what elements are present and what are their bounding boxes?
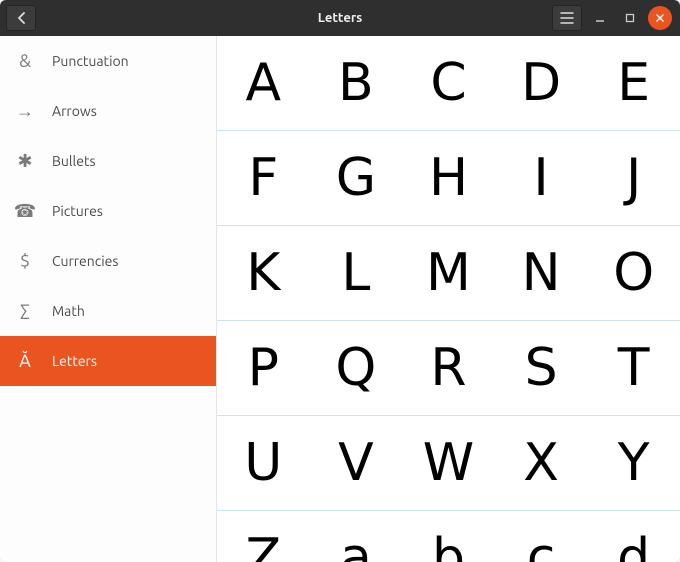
- sidebar-item-math[interactable]: ∑ Math: [0, 286, 216, 336]
- titlebar: Letters: [0, 0, 680, 36]
- letter-icon: Ă: [14, 350, 36, 372]
- minimize-button[interactable]: [588, 6, 612, 30]
- sidebar: & Punctuation → Arrows ✱ Bullets ☎ Pictu…: [0, 36, 217, 562]
- character-cell[interactable]: B: [310, 36, 403, 131]
- character-cell[interactable]: H: [402, 131, 495, 226]
- sidebar-item-label: Arrows: [52, 103, 97, 119]
- character-cell[interactable]: A: [217, 36, 310, 131]
- ampersand-icon: &: [14, 50, 36, 72]
- sidebar-item-punctuation[interactable]: & Punctuation: [0, 36, 216, 86]
- character-cell[interactable]: b: [402, 511, 495, 562]
- character-cell[interactable]: D: [495, 36, 588, 131]
- sidebar-item-pictures[interactable]: ☎ Pictures: [0, 186, 216, 236]
- character-cell[interactable]: X: [495, 416, 588, 511]
- character-scroll[interactable]: ABCDE FGHIJ KLMNO PQRST UVWXY Zabcd: [217, 36, 680, 562]
- character-cell[interactable]: V: [310, 416, 403, 511]
- app-body: & Punctuation → Arrows ✱ Bullets ☎ Pictu…: [0, 36, 680, 562]
- asterisk-icon: ✱: [14, 150, 36, 172]
- character-cell[interactable]: Z: [217, 511, 310, 562]
- character-grid: ABCDE FGHIJ KLMNO PQRST UVWXY Zabcd: [217, 36, 680, 562]
- character-cell[interactable]: d: [587, 511, 680, 562]
- sidebar-item-letters[interactable]: Ă Letters: [0, 336, 216, 386]
- sidebar-item-label: Letters: [52, 353, 97, 369]
- character-cell[interactable]: U: [217, 416, 310, 511]
- sidebar-item-label: Bullets: [52, 153, 96, 169]
- sidebar-item-label: Math: [52, 303, 85, 319]
- hamburger-menu-button[interactable]: [552, 5, 582, 31]
- hamburger-icon: [560, 12, 574, 24]
- character-cell[interactable]: I: [495, 131, 588, 226]
- character-cell[interactable]: J: [587, 131, 680, 226]
- sidebar-item-bullets[interactable]: ✱ Bullets: [0, 136, 216, 186]
- character-cell[interactable]: a: [310, 511, 403, 562]
- close-button[interactable]: [648, 6, 672, 30]
- sigma-icon: ∑: [14, 300, 36, 322]
- chevron-left-icon: [17, 12, 26, 24]
- character-cell[interactable]: O: [587, 226, 680, 321]
- character-cell[interactable]: N: [495, 226, 588, 321]
- sidebar-item-label: Pictures: [52, 203, 103, 219]
- character-cell[interactable]: C: [402, 36, 495, 131]
- character-cell[interactable]: M: [402, 226, 495, 321]
- character-cell[interactable]: Q: [310, 321, 403, 416]
- maximize-icon: [625, 13, 635, 23]
- arrow-icon: →: [14, 100, 36, 122]
- character-cell[interactable]: c: [495, 511, 588, 562]
- sidebar-item-currencies[interactable]: $ Currencies: [0, 236, 216, 286]
- character-cell[interactable]: Y: [587, 416, 680, 511]
- character-cell[interactable]: K: [217, 226, 310, 321]
- titlebar-controls: [552, 5, 672, 31]
- character-cell[interactable]: F: [217, 131, 310, 226]
- character-cell[interactable]: S: [495, 321, 588, 416]
- character-cell[interactable]: L: [310, 226, 403, 321]
- dollar-icon: $: [14, 250, 36, 272]
- minimize-icon: [595, 13, 605, 23]
- character-cell[interactable]: W: [402, 416, 495, 511]
- phone-icon: ☎: [14, 200, 36, 222]
- content-area: ABCDE FGHIJ KLMNO PQRST UVWXY Zabcd: [217, 36, 680, 562]
- character-cell[interactable]: E: [587, 36, 680, 131]
- close-icon: [655, 13, 665, 23]
- character-cell[interactable]: R: [402, 321, 495, 416]
- app-window: Letters & Punctuation → Arrows: [0, 0, 680, 562]
- character-cell[interactable]: P: [217, 321, 310, 416]
- character-cell[interactable]: T: [587, 321, 680, 416]
- character-cell[interactable]: G: [310, 131, 403, 226]
- sidebar-item-arrows[interactable]: → Arrows: [0, 86, 216, 136]
- back-button[interactable]: [6, 5, 36, 31]
- sidebar-item-label: Punctuation: [52, 53, 129, 69]
- maximize-button[interactable]: [618, 6, 642, 30]
- sidebar-item-label: Currencies: [52, 253, 119, 269]
